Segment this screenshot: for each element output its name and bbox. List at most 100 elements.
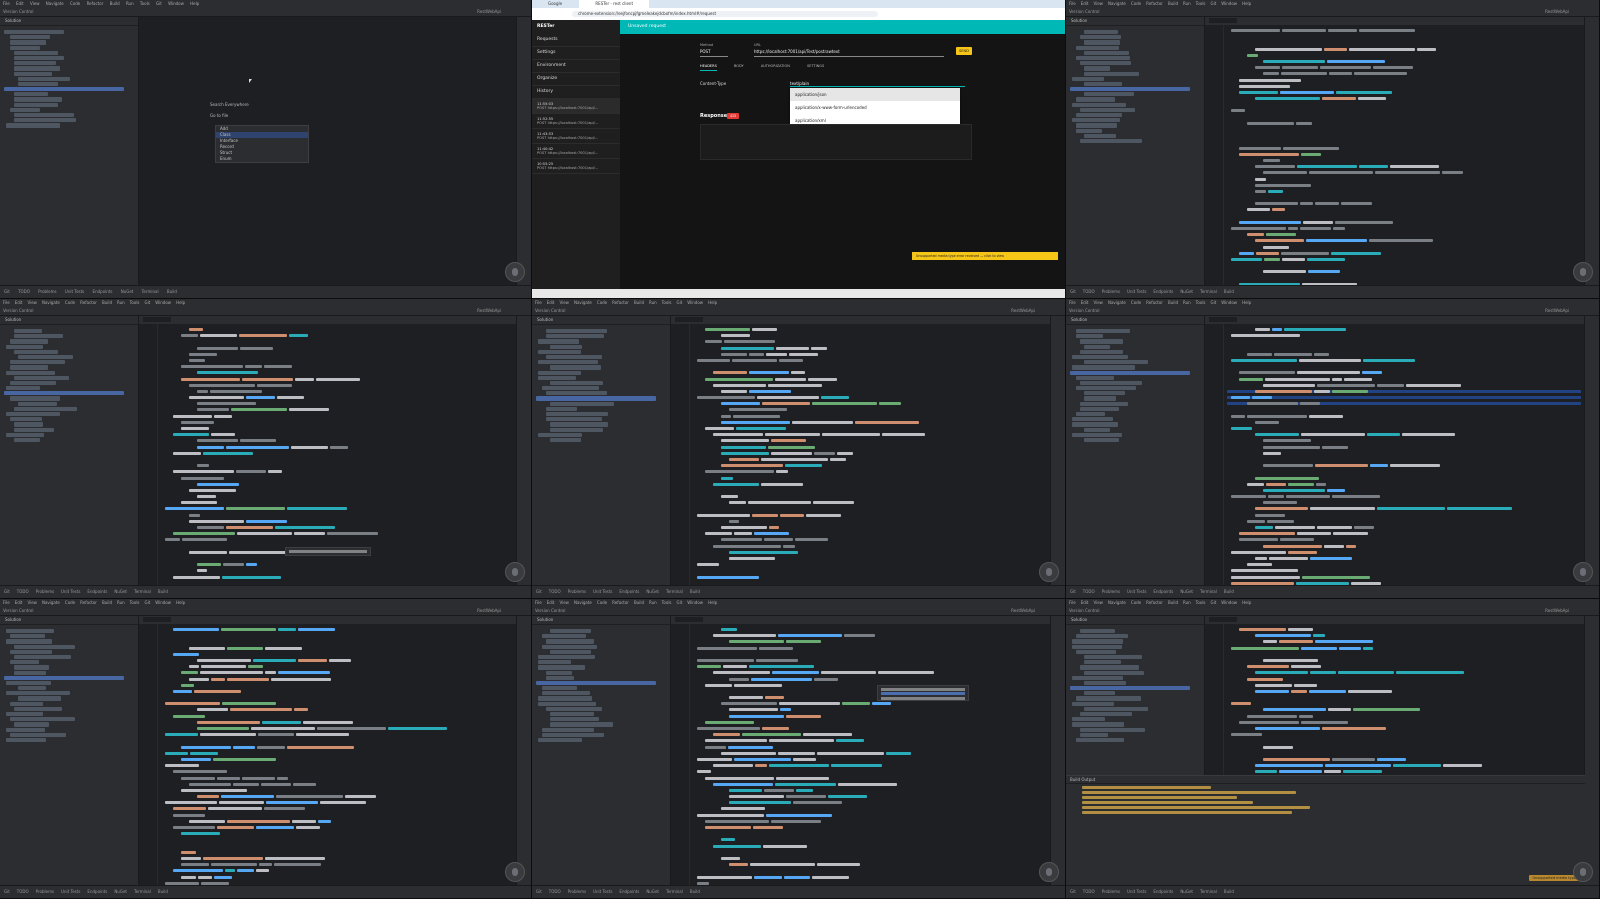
tree-item[interactable] xyxy=(14,92,48,97)
menu-build[interactable]: Build xyxy=(1168,600,1178,605)
tree-item[interactable] xyxy=(10,417,42,422)
tree-item-selected[interactable] xyxy=(4,391,124,396)
status-terminal[interactable]: Terminal xyxy=(1200,889,1217,894)
tree-item[interactable] xyxy=(538,375,576,380)
editor-tab[interactable] xyxy=(143,617,172,622)
tree-item[interactable] xyxy=(14,437,40,443)
menu-view[interactable]: View xyxy=(1093,300,1103,305)
tree-item[interactable] xyxy=(1076,97,1115,102)
tree-item[interactable] xyxy=(1084,66,1110,71)
history-item[interactable]: 11:43:53 POST https://localhost:7001/api/… xyxy=(532,129,620,144)
menu-help[interactable]: Help xyxy=(708,600,717,605)
run-config[interactable]: RestWebApi xyxy=(1545,307,1569,315)
menu-git[interactable]: Git xyxy=(677,300,683,305)
status-build[interactable]: Build xyxy=(690,889,700,894)
tree-item[interactable] xyxy=(14,665,49,670)
tree-item[interactable] xyxy=(1072,365,1135,370)
browser-tab-rester[interactable]: RESTer - rest client xyxy=(579,0,650,8)
tree-item[interactable] xyxy=(550,380,603,386)
tree-item[interactable] xyxy=(1084,680,1126,686)
tree-item[interactable] xyxy=(14,61,56,66)
vcs-widget[interactable]: Version Control xyxy=(535,308,565,313)
menu-tools[interactable]: Tools xyxy=(130,300,140,305)
tree-item[interactable] xyxy=(1080,406,1119,411)
status-unit-tests[interactable]: Unit Tests xyxy=(1127,289,1146,294)
status-nuget[interactable]: NuGet xyxy=(121,289,134,294)
menu-window[interactable]: Window xyxy=(687,300,703,305)
code-editor[interactable] xyxy=(671,616,1051,898)
status-problems[interactable]: Problems xyxy=(1102,289,1120,294)
tree-item[interactable] xyxy=(18,354,73,360)
tree-item[interactable] xyxy=(10,365,48,370)
menu-build[interactable]: Build xyxy=(1168,1,1178,6)
tree-item[interactable] xyxy=(1072,644,1122,649)
run-config[interactable]: RestWebApi xyxy=(477,307,501,315)
tree-item[interactable] xyxy=(18,76,70,81)
menu-file[interactable]: File xyxy=(1069,1,1076,6)
nav-requests[interactable]: Requests xyxy=(532,34,620,47)
editor-tab[interactable] xyxy=(1209,18,1238,23)
tree-item-selected[interactable] xyxy=(4,675,124,680)
status-problems[interactable]: Problems xyxy=(36,589,54,594)
tab-headers[interactable]: HEADERS xyxy=(700,64,717,71)
tree-item[interactable] xyxy=(1084,660,1121,665)
tree-item[interactable] xyxy=(10,35,50,40)
tree-item[interactable] xyxy=(6,737,46,743)
completion-item[interactable] xyxy=(881,692,965,695)
tree-item[interactable] xyxy=(1076,386,1136,391)
menu-item-enum[interactable]: Enum xyxy=(216,156,308,162)
tree-item[interactable] xyxy=(1080,349,1123,354)
tree-item[interactable] xyxy=(1076,45,1119,50)
tree-item[interactable] xyxy=(10,107,40,112)
vcs-widget[interactable]: Version Control xyxy=(3,308,33,313)
tree-item[interactable] xyxy=(1076,55,1130,61)
tree-item[interactable] xyxy=(1076,412,1105,417)
tree-item[interactable] xyxy=(1076,329,1130,334)
tree-item[interactable] xyxy=(1084,360,1148,365)
tree-item[interactable] xyxy=(14,422,43,427)
tree-item[interactable] xyxy=(1080,665,1139,670)
status-todo[interactable]: TODO xyxy=(549,589,561,594)
status-endpoints[interactable]: Endpoints xyxy=(93,289,113,294)
menu-build[interactable]: Build xyxy=(110,1,120,6)
menu-code[interactable]: Code xyxy=(70,1,80,6)
run-config[interactable]: RestWebApi xyxy=(1545,607,1569,615)
tree-item[interactable] xyxy=(550,344,582,349)
status-endpoints[interactable]: Endpoints xyxy=(1153,589,1173,594)
status-git[interactable]: Git xyxy=(4,589,10,594)
tree-item[interactable] xyxy=(14,71,52,76)
tree-item[interactable] xyxy=(550,649,591,654)
status-nuget[interactable]: NuGet xyxy=(646,589,659,594)
tree-item[interactable] xyxy=(1076,634,1128,639)
tree-item[interactable] xyxy=(538,696,592,701)
menu-view[interactable]: View xyxy=(1093,1,1103,6)
menu-run[interactable]: Run xyxy=(117,600,125,605)
tree-item[interactable] xyxy=(1084,50,1129,55)
tree-item[interactable] xyxy=(6,386,40,391)
status-terminal[interactable]: Terminal xyxy=(666,889,683,894)
tree-item[interactable] xyxy=(1076,696,1141,701)
menu-tools[interactable]: Tools xyxy=(140,1,150,6)
tree-item[interactable] xyxy=(14,427,54,432)
tab-settings[interactable]: SETTINGS xyxy=(807,64,824,70)
status-todo[interactable]: TODO xyxy=(17,889,29,894)
code-editor[interactable] xyxy=(139,316,517,598)
tree-item[interactable] xyxy=(10,660,39,665)
menu-help[interactable]: Help xyxy=(1242,600,1251,605)
menu-window[interactable]: Window xyxy=(687,600,703,605)
tree-item[interactable] xyxy=(1080,35,1121,40)
menu-help[interactable]: Help xyxy=(190,1,199,6)
menu-file[interactable]: File xyxy=(3,600,10,605)
tree-item[interactable] xyxy=(10,396,60,401)
tree-item[interactable] xyxy=(550,422,608,427)
tree-item[interactable] xyxy=(542,644,597,649)
tree-item[interactable] xyxy=(14,55,64,61)
menu-run[interactable]: Run xyxy=(649,600,657,605)
status-nuget[interactable]: NuGet xyxy=(114,589,127,594)
status-nuget[interactable]: NuGet xyxy=(1180,589,1193,594)
menu-view[interactable]: View xyxy=(30,1,40,6)
menu-window[interactable]: Window xyxy=(155,300,171,305)
menu-edit[interactable]: Edit xyxy=(547,300,555,305)
tree-item[interactable] xyxy=(14,113,74,118)
status-nuget[interactable]: NuGet xyxy=(1180,889,1193,894)
